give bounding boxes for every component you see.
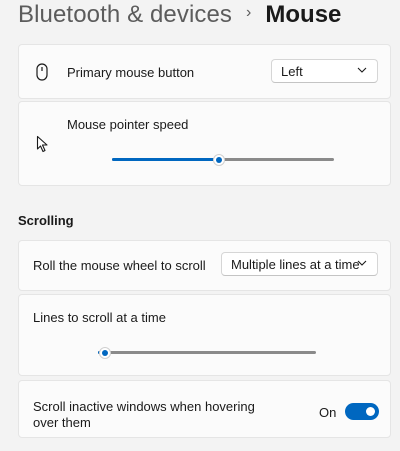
scroll-inactive-card: Scroll inactive windows when hovering ov… xyxy=(18,380,391,438)
breadcrumb-parent-link[interactable]: Bluetooth & devices xyxy=(18,1,232,29)
pointer-speed-slider-fill xyxy=(112,158,219,161)
mouse-settings-page: Bluetooth & devices › Mouse Primary mous… xyxy=(0,0,400,451)
pointer-arrow-icon xyxy=(36,135,48,153)
page-title: Mouse xyxy=(265,1,342,28)
mouse-icon xyxy=(36,63,48,81)
chevron-down-icon xyxy=(357,67,367,73)
lines-to-scroll-slider-track[interactable] xyxy=(98,351,316,354)
primary-mouse-button-card: Primary mouse button Left xyxy=(18,44,391,99)
pointer-speed-slider-thumb[interactable] xyxy=(213,154,225,166)
primary-mouse-button-value: Left xyxy=(281,63,303,79)
scroll-inactive-toggle[interactable] xyxy=(345,403,379,420)
roll-wheel-value: Multiple lines at a time xyxy=(231,256,360,272)
lines-to-scroll-card: Lines to scroll at a time xyxy=(18,294,391,376)
roll-wheel-dropdown[interactable]: Multiple lines at a time xyxy=(221,252,378,276)
roll-wheel-label: Roll the mouse wheel to scroll xyxy=(33,258,206,273)
pointer-speed-label: Mouse pointer speed xyxy=(67,117,189,132)
breadcrumb: Bluetooth & devices › Mouse xyxy=(18,0,341,30)
lines-to-scroll-slider-thumb[interactable] xyxy=(99,347,111,359)
primary-mouse-button-dropdown[interactable]: Left xyxy=(271,59,378,83)
toggle-knob xyxy=(366,407,375,416)
lines-to-scroll-label: Lines to scroll at a time xyxy=(33,310,166,325)
scroll-inactive-state-text: On xyxy=(319,405,337,420)
pointer-speed-card: Mouse pointer speed xyxy=(18,101,391,186)
scroll-inactive-label-line1: Scroll inactive windows when hovering xyxy=(33,399,255,414)
scrolling-section-heading: Scrolling xyxy=(18,213,74,228)
roll-wheel-card: Roll the mouse wheel to scroll Multiple … xyxy=(18,240,391,291)
chevron-down-icon xyxy=(357,260,367,266)
breadcrumb-separator-icon: › xyxy=(246,4,252,21)
primary-mouse-button-label: Primary mouse button xyxy=(67,65,195,80)
scroll-inactive-label-line2: over them xyxy=(33,415,91,430)
